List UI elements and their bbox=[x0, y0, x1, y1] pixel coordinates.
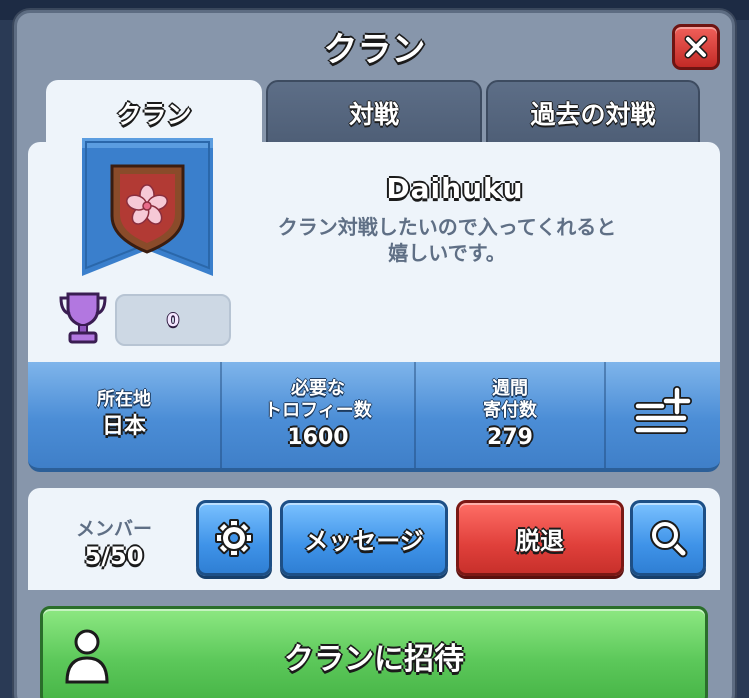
members-count: 5/50 bbox=[84, 542, 144, 570]
person-icon bbox=[65, 629, 109, 684]
invite-to-clan-button[interactable]: クランに招待 bbox=[40, 606, 708, 698]
list-plus-icon[interactable] bbox=[632, 384, 692, 440]
sakura-shield-icon bbox=[110, 164, 185, 254]
gear-icon bbox=[215, 519, 253, 557]
stat-weekly-donations-label: 寄付数 bbox=[483, 400, 537, 421]
leave-clan-button[interactable]: 脱退 bbox=[456, 500, 624, 576]
clan-description-line: 嬉しいです。 bbox=[388, 241, 506, 265]
stat-required-trophies-value: 1600 bbox=[287, 425, 349, 450]
dialog-title: クラン bbox=[323, 30, 426, 70]
close-icon bbox=[684, 35, 708, 59]
stat-location-value: 日本 bbox=[101, 414, 146, 439]
search-icon bbox=[650, 520, 688, 558]
close-button[interactable] bbox=[672, 24, 720, 70]
stat-weekly-donations-value: 279 bbox=[487, 425, 533, 450]
stat-divider bbox=[604, 362, 606, 468]
stat-required-trophies: 必要な トロフィー数 1600 bbox=[222, 362, 414, 468]
tab-war-history[interactable]: 過去の対戦 bbox=[486, 80, 700, 146]
message-button[interactable]: メッセージ bbox=[280, 500, 448, 576]
stat-required-trophies-label: 必要な bbox=[291, 378, 345, 399]
clan-name: Daihuku bbox=[386, 172, 524, 205]
tab-war[interactable]: 対戦 bbox=[266, 80, 482, 146]
trophy-icon bbox=[59, 292, 107, 344]
clan-badge-banner bbox=[82, 138, 213, 276]
trophy-count: 0 bbox=[115, 294, 231, 346]
clan-description-line: クラン対戦したいので入ってくれると bbox=[277, 215, 617, 239]
stat-location: 所在地 日本 bbox=[28, 362, 220, 468]
members-label: メンバー bbox=[75, 518, 152, 540]
clan-description: クラン対戦したいので入ってくれると 嬉しいです。 bbox=[232, 214, 662, 266]
stat-location-label: 所在地 bbox=[97, 389, 151, 410]
stat-required-trophies-label: トロフィー数 bbox=[264, 400, 372, 421]
settings-button[interactable] bbox=[196, 500, 272, 576]
search-button[interactable] bbox=[630, 500, 706, 576]
stat-weekly-donations-label: 週間 bbox=[492, 378, 528, 399]
tab-clan[interactable]: クラン bbox=[46, 80, 262, 146]
clan-stats-bar: 所在地 日本 必要な トロフィー数 1600 週間 寄付数 279 bbox=[28, 362, 720, 472]
stat-weekly-donations: 週間 寄付数 279 bbox=[416, 362, 604, 468]
